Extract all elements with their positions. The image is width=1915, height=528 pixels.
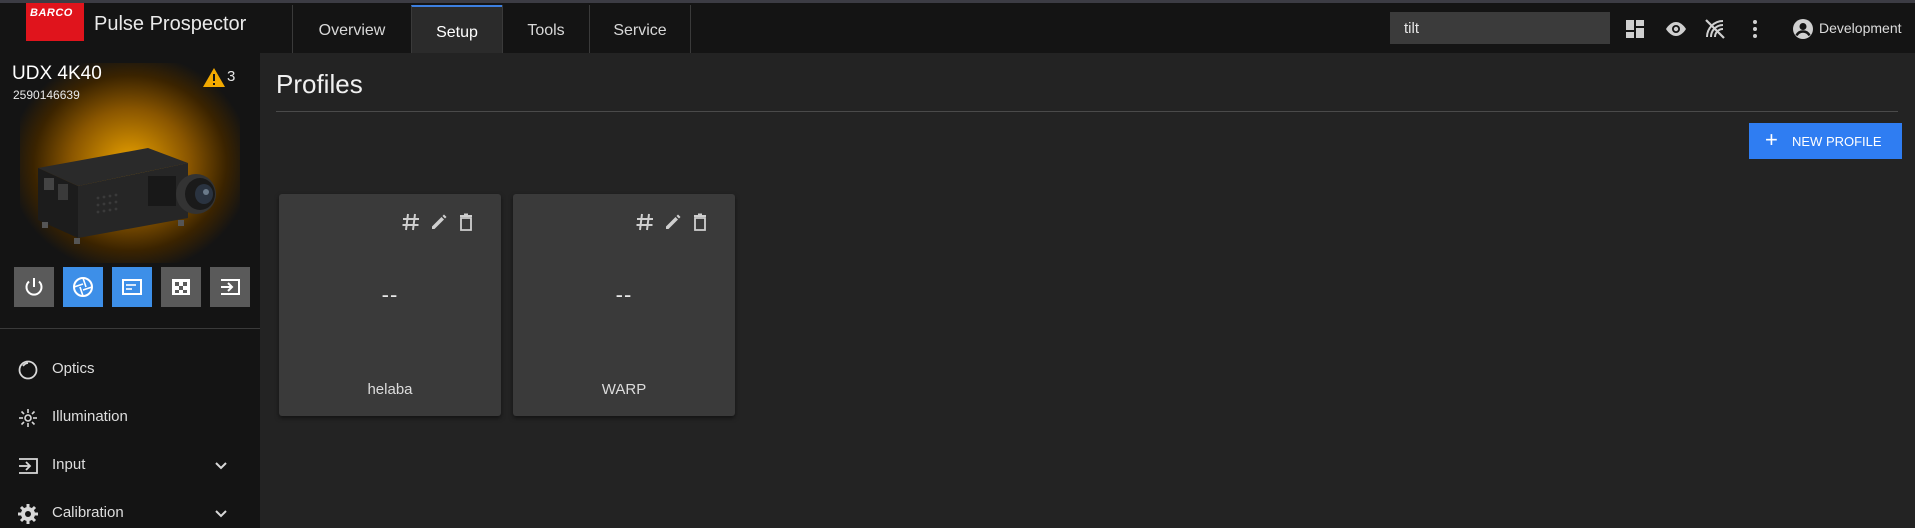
osd-icon bbox=[122, 279, 142, 295]
device-serial: 2590146639 bbox=[13, 88, 80, 102]
edit-icon[interactable] bbox=[663, 212, 683, 232]
sidebar-item-label: Input bbox=[52, 456, 86, 473]
brand-text: BARCO bbox=[30, 7, 73, 19]
more-vert-icon[interactable] bbox=[1743, 17, 1767, 41]
chevron-down-icon[interactable] bbox=[212, 505, 230, 523]
top-bar: BARCO Pulse Prospector Overview Setup To… bbox=[0, 0, 1915, 53]
sidebar-divider bbox=[0, 328, 260, 329]
tab-service[interactable]: Service bbox=[589, 5, 691, 53]
title-divider bbox=[276, 111, 1898, 112]
warning-icon[interactable] bbox=[202, 67, 242, 89]
optics-icon bbox=[18, 360, 38, 380]
shutter-icon bbox=[73, 277, 93, 297]
power-button[interactable] bbox=[14, 267, 54, 307]
tab-setup[interactable]: Setup bbox=[411, 5, 502, 53]
account-circle-icon[interactable] bbox=[1791, 17, 1815, 41]
device-name: UDX 4K40 bbox=[12, 63, 102, 84]
hash-icon[interactable] bbox=[635, 212, 655, 232]
plus-icon: + bbox=[1765, 127, 1778, 152]
profile-name: helaba bbox=[367, 381, 413, 398]
barco-logo: BARCO bbox=[26, 3, 84, 41]
dashboard-icon[interactable] bbox=[1623, 17, 1647, 41]
delete-icon[interactable] bbox=[456, 212, 476, 232]
test-pattern-button[interactable] bbox=[161, 267, 201, 307]
input-icon bbox=[221, 279, 240, 295]
sidebar-item-label: Calibration bbox=[52, 504, 124, 521]
profile-card[interactable]: -- WARP bbox=[513, 194, 735, 416]
profile-value: -- bbox=[381, 282, 399, 307]
sidebar-item-illumination[interactable]: Illumination bbox=[0, 397, 260, 437]
illumination-icon bbox=[19, 409, 37, 427]
shutter-button[interactable] bbox=[63, 267, 103, 307]
gear-icon bbox=[18, 504, 38, 524]
input-icon bbox=[19, 458, 38, 474]
osd-button[interactable] bbox=[112, 267, 152, 307]
profile-name: WARP bbox=[601, 381, 647, 398]
delete-icon[interactable] bbox=[690, 212, 710, 232]
projector-image bbox=[38, 148, 216, 244]
app-root: BARCO Pulse Prospector Overview Setup To… bbox=[0, 0, 1915, 528]
sidebar-item-input[interactable]: Input bbox=[0, 445, 260, 485]
warning-count[interactable]: 3 bbox=[227, 68, 235, 85]
page-title: Profiles bbox=[276, 69, 363, 99]
new-profile-button[interactable]: + NEW PROFILE bbox=[1749, 123, 1902, 159]
power-icon bbox=[25, 278, 43, 296]
sidebar-item-label: Optics bbox=[52, 360, 95, 377]
test-pattern-icon bbox=[172, 279, 190, 295]
tab-tools[interactable]: Tools bbox=[502, 5, 589, 53]
edit-icon[interactable] bbox=[429, 212, 449, 232]
profile-value: -- bbox=[615, 282, 633, 307]
hash-icon[interactable] bbox=[401, 212, 421, 232]
app-title: Pulse Prospector bbox=[94, 13, 247, 35]
profile-card[interactable]: -- helaba bbox=[279, 194, 501, 416]
user-label[interactable]: Development bbox=[1819, 20, 1902, 36]
new-profile-label: NEW PROFILE bbox=[1792, 134, 1882, 149]
main-content: Profiles + NEW PROFILE -- helaba -- WARP bbox=[260, 53, 1915, 528]
input-button[interactable] bbox=[210, 267, 250, 307]
tab-overview[interactable]: Overview bbox=[292, 5, 411, 53]
search-input[interactable] bbox=[1390, 12, 1610, 44]
sidebar-item-calibration[interactable]: Calibration bbox=[0, 493, 260, 528]
sidebar-item-optics[interactable]: Optics bbox=[0, 349, 260, 389]
sidebar-item-label: Illumination bbox=[52, 408, 128, 425]
chevron-down-icon[interactable] bbox=[212, 457, 230, 475]
eye-icon[interactable] bbox=[1664, 17, 1688, 41]
sidebar: UDX 4K40 2590146639 3 Optics Illuminatio… bbox=[0, 53, 260, 528]
no-signal-icon[interactable] bbox=[1703, 17, 1727, 41]
